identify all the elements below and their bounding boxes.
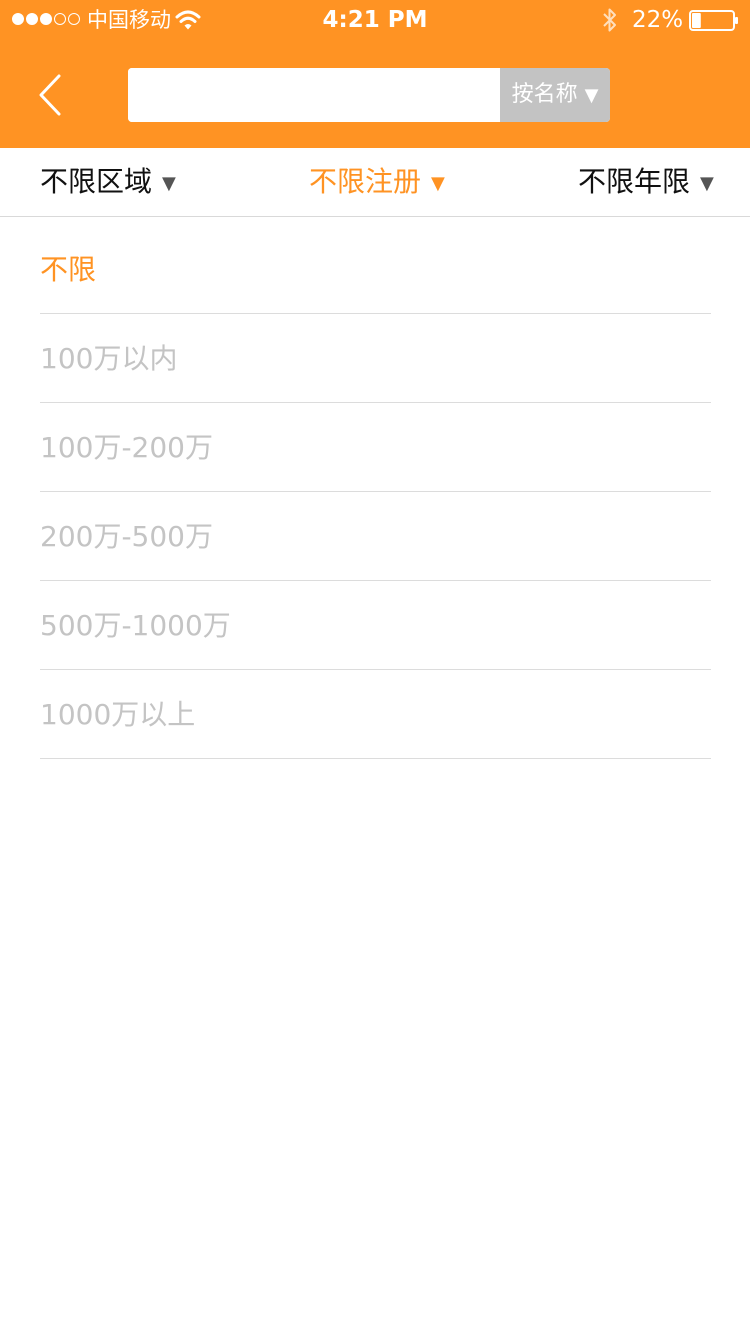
option-label: 200万-500万: [40, 520, 213, 553]
option-label: 500万-1000万: [40, 609, 231, 642]
option-label: 100万-200万: [40, 431, 213, 464]
filter-tab-label: 不限注册: [309, 165, 422, 198]
chevron-left-icon: [39, 74, 61, 116]
capital-options-list: 不限 100万以内 100万-200万 200万-500万 500万-1000万…: [40, 225, 711, 759]
app-header: 中国移动 4:21 PM 22% 按名称 ▼: [0, 0, 750, 148]
search-type-dropdown[interactable]: 按名称 ▼: [500, 68, 610, 122]
caret-down-icon: ▼: [700, 173, 714, 194]
option-item-2m-5m[interactable]: 200万-500万: [40, 492, 711, 581]
caret-down-icon: ▼: [431, 173, 445, 194]
filter-tab-region[interactable]: 不限区域 ▼: [40, 148, 176, 216]
search-box: 按名称 ▼: [128, 68, 610, 122]
option-item-over-10m[interactable]: 1000万以上: [40, 670, 711, 759]
search-input[interactable]: [128, 68, 500, 122]
filter-tab-registered-capital[interactable]: 不限注册 ▼: [309, 148, 445, 216]
option-item-5m-10m[interactable]: 500万-1000万: [40, 581, 711, 670]
option-item-unlimited[interactable]: 不限: [40, 225, 711, 314]
bluetooth-icon: [603, 8, 616, 32]
option-label: 100万以内: [40, 342, 178, 375]
caret-down-icon: ▼: [162, 173, 176, 194]
search-type-label: 按名称: [511, 82, 578, 107]
chevron-down-icon: ▼: [584, 85, 599, 106]
filter-tab-label: 不限年限: [578, 165, 691, 198]
battery-percentage: 22%: [632, 7, 684, 33]
back-button[interactable]: [28, 70, 72, 120]
option-item-1m-2m[interactable]: 100万-200万: [40, 403, 711, 492]
filter-tab-label: 不限区域: [40, 165, 153, 198]
filter-tab-years[interactable]: 不限年限 ▼: [578, 148, 714, 216]
filter-bar: 不限区域 ▼ 不限注册 ▼ 不限年限 ▼: [0, 148, 750, 217]
status-bar: 中国移动 4:21 PM 22%: [0, 0, 750, 40]
option-label: 不限: [40, 253, 97, 286]
option-item-under-1m[interactable]: 100万以内: [40, 314, 711, 403]
battery-icon: [689, 10, 738, 31]
option-label: 1000万以上: [40, 698, 196, 731]
